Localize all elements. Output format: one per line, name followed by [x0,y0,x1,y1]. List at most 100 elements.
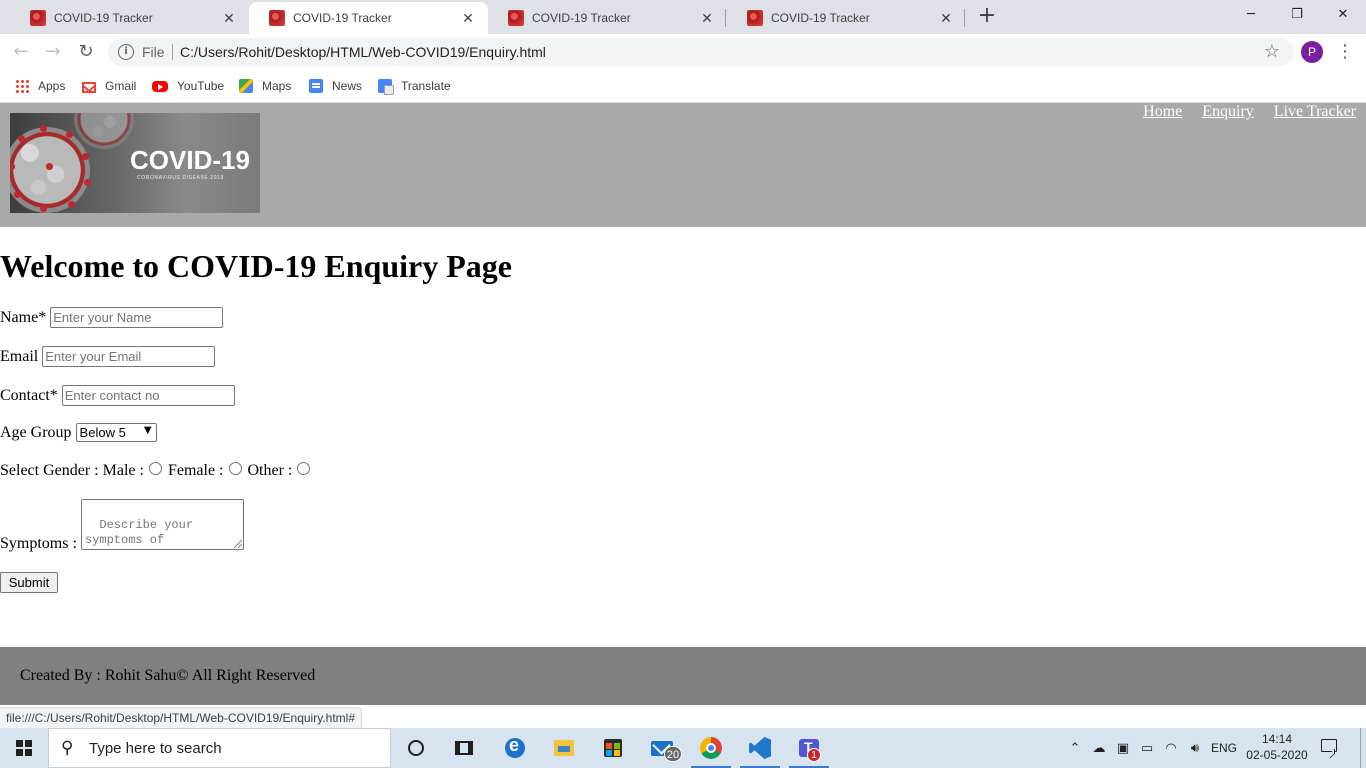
bookmark-label: Gmail [105,79,137,93]
notification-center-icon[interactable] [1318,737,1340,759]
tab-divider [725,9,726,27]
covid-favicon-icon [30,10,46,26]
restore-icon[interactable]: ❐ [1274,0,1320,30]
virus-spike-icon [84,179,91,186]
new-tab-plus-icon[interactable]: + [976,5,998,29]
browser-tab[interactable]: COVID-19 Tracker ✕ [10,2,249,34]
task-view-button[interactable] [440,728,488,768]
virus-spike-icon [14,191,21,198]
submit-button[interactable]: Submit [0,572,58,593]
bookmark-star-icon[interactable]: ☆ [1264,41,1280,62]
symptoms-row: Symptoms : [0,535,77,553]
info-icon[interactable]: i [118,44,134,60]
gender-row: Select Gender : Male : Female : Other : [0,461,314,480]
bookmark-apps[interactable]: Apps [15,77,65,95]
bookmark-youtube[interactable]: YouTube [152,77,224,95]
name-input[interactable]: Enter your Name [50,307,224,328]
symptoms-textarea[interactable]: Describe your symptoms of coronavirus [81,499,244,550]
vscode-button[interactable] [736,728,784,768]
close-icon[interactable]: ✕ [221,10,237,26]
bookmark-gmail[interactable]: Gmail [82,77,136,95]
file-explorer-button[interactable] [540,728,588,768]
teams-button[interactable]: 1 [785,728,833,768]
tab-divider [964,9,965,27]
virus-spike-icon [18,135,25,142]
site-header: COVID-19 CORONAVIRUS DISEASE 2019 Home E… [0,103,1366,227]
browser-tab[interactable]: COVID-19 Tracker ✕ [727,2,966,34]
cortana-button[interactable] [392,728,440,768]
taskbar-search[interactable]: ⚲ Type here to search [48,728,391,768]
forward-arrow-icon[interactable]: → [39,38,67,66]
close-icon[interactable]: ✕ [699,10,715,26]
bookmark-news[interactable]: News [309,77,362,95]
covid-favicon-icon [747,10,763,26]
tray-app-icon[interactable]: ▣ [1112,728,1134,768]
teams-count-badge: 1 [807,748,821,762]
chevron-down-icon: ▼ [143,425,152,436]
nav-link-enquiry[interactable]: Enquiry [1202,103,1254,120]
name-row: Name* Enter your Name [0,307,224,328]
close-icon[interactable]: ✕ [460,10,476,26]
file-explorer-icon [554,740,574,756]
address-bar[interactable]: i File C:/Users/Rohit/Desktop/HTML/Web-C… [108,38,1294,66]
browser-tab[interactable]: COVID-19 Tracker ✕ [488,2,727,34]
clock-date: 02-05-2020 [1246,748,1308,762]
bookmark-translate[interactable]: Translate [378,77,451,95]
gender-radio-male[interactable] [148,461,162,475]
logo-title: COVID-19 [130,145,250,175]
menu-kebab-icon[interactable]: ⋮ [1336,40,1354,64]
back-arrow-icon[interactable]: ← [7,38,35,66]
vscode-icon [749,737,771,759]
gender-option-female-label: Female : [167,462,224,479]
age-group-value: Below 5 [79,425,126,440]
link-status-bubble: file:///C:/Users/Rohit/Desktop/HTML/Web-… [0,707,362,728]
show-desktop-button[interactable] [1360,728,1361,768]
virus-spike-icon [68,201,75,208]
reload-icon[interactable]: ↻ [72,38,100,66]
windows-logo-icon [16,740,32,756]
gender-radio-female[interactable] [228,461,242,475]
browser-tab-active[interactable]: COVID-19 Tracker ✕ [249,2,488,34]
bookmark-label: Apps [38,79,66,93]
address-divider [172,44,173,60]
nav-link-live-tracker[interactable]: Live Tracker [1274,103,1356,120]
bookmark-label: Maps [262,79,292,93]
contact-input[interactable]: Enter contact no [61,385,235,406]
address-url[interactable]: C:/Users/Rohit/Desktop/HTML/Web-COVID19/… [180,44,546,60]
age-group-select[interactable]: Below 5 ▼ [75,423,157,442]
age-row: Age Group Below 5 ▼ [0,423,157,442]
wifi-icon[interactable]: ◠ [1160,728,1182,768]
resize-grip-icon[interactable] [234,540,242,548]
covid-favicon-icon [269,10,285,26]
edge-button[interactable] [491,728,539,768]
input-language[interactable]: ENG [1208,728,1240,768]
taskbar: ⚲ Type here to search 20 1 ⌃ ☁ ▣ ▭ ◠ 🔊︎ … [0,728,1366,768]
bookmark-maps[interactable]: Maps [239,77,291,95]
contact-label: Contact* [0,386,58,404]
start-button[interactable] [0,728,48,768]
minimize-icon[interactable]: ─ [1228,0,1274,30]
chrome-button[interactable] [687,728,735,768]
tray-chevron-up-icon[interactable]: ⌃ [1066,728,1084,768]
bookmark-label: Translate [401,79,451,93]
email-input[interactable]: Enter your Email [42,346,216,367]
onedrive-cloud-icon[interactable]: ☁ [1088,728,1110,768]
battery-icon[interactable]: ▭ [1136,728,1158,768]
mail-button[interactable]: 20 [638,728,686,768]
store-button[interactable] [589,728,637,768]
window-close-icon[interactable]: ✕ [1320,0,1366,30]
clock-time: 14:14 [1261,732,1293,746]
gender-radio-other[interactable] [297,461,311,475]
maps-icon [239,79,253,93]
volume-icon[interactable]: 🔊︎ [1184,728,1206,768]
store-icon [604,739,622,757]
symptoms-placeholder: Describe your symptoms of coronavirus [85,518,194,549]
close-icon[interactable]: ✕ [938,10,954,26]
email-row: Email Enter your Email [0,346,216,367]
virus-spike-icon [40,205,47,212]
profile-avatar[interactable]: P [1301,41,1323,63]
virus-spike-icon [46,163,53,170]
nav-link-home[interactable]: Home [1143,103,1182,120]
taskbar-clock[interactable]: 14:14 02-05-2020 [1244,731,1310,763]
virus-illustration-icon [74,113,134,149]
